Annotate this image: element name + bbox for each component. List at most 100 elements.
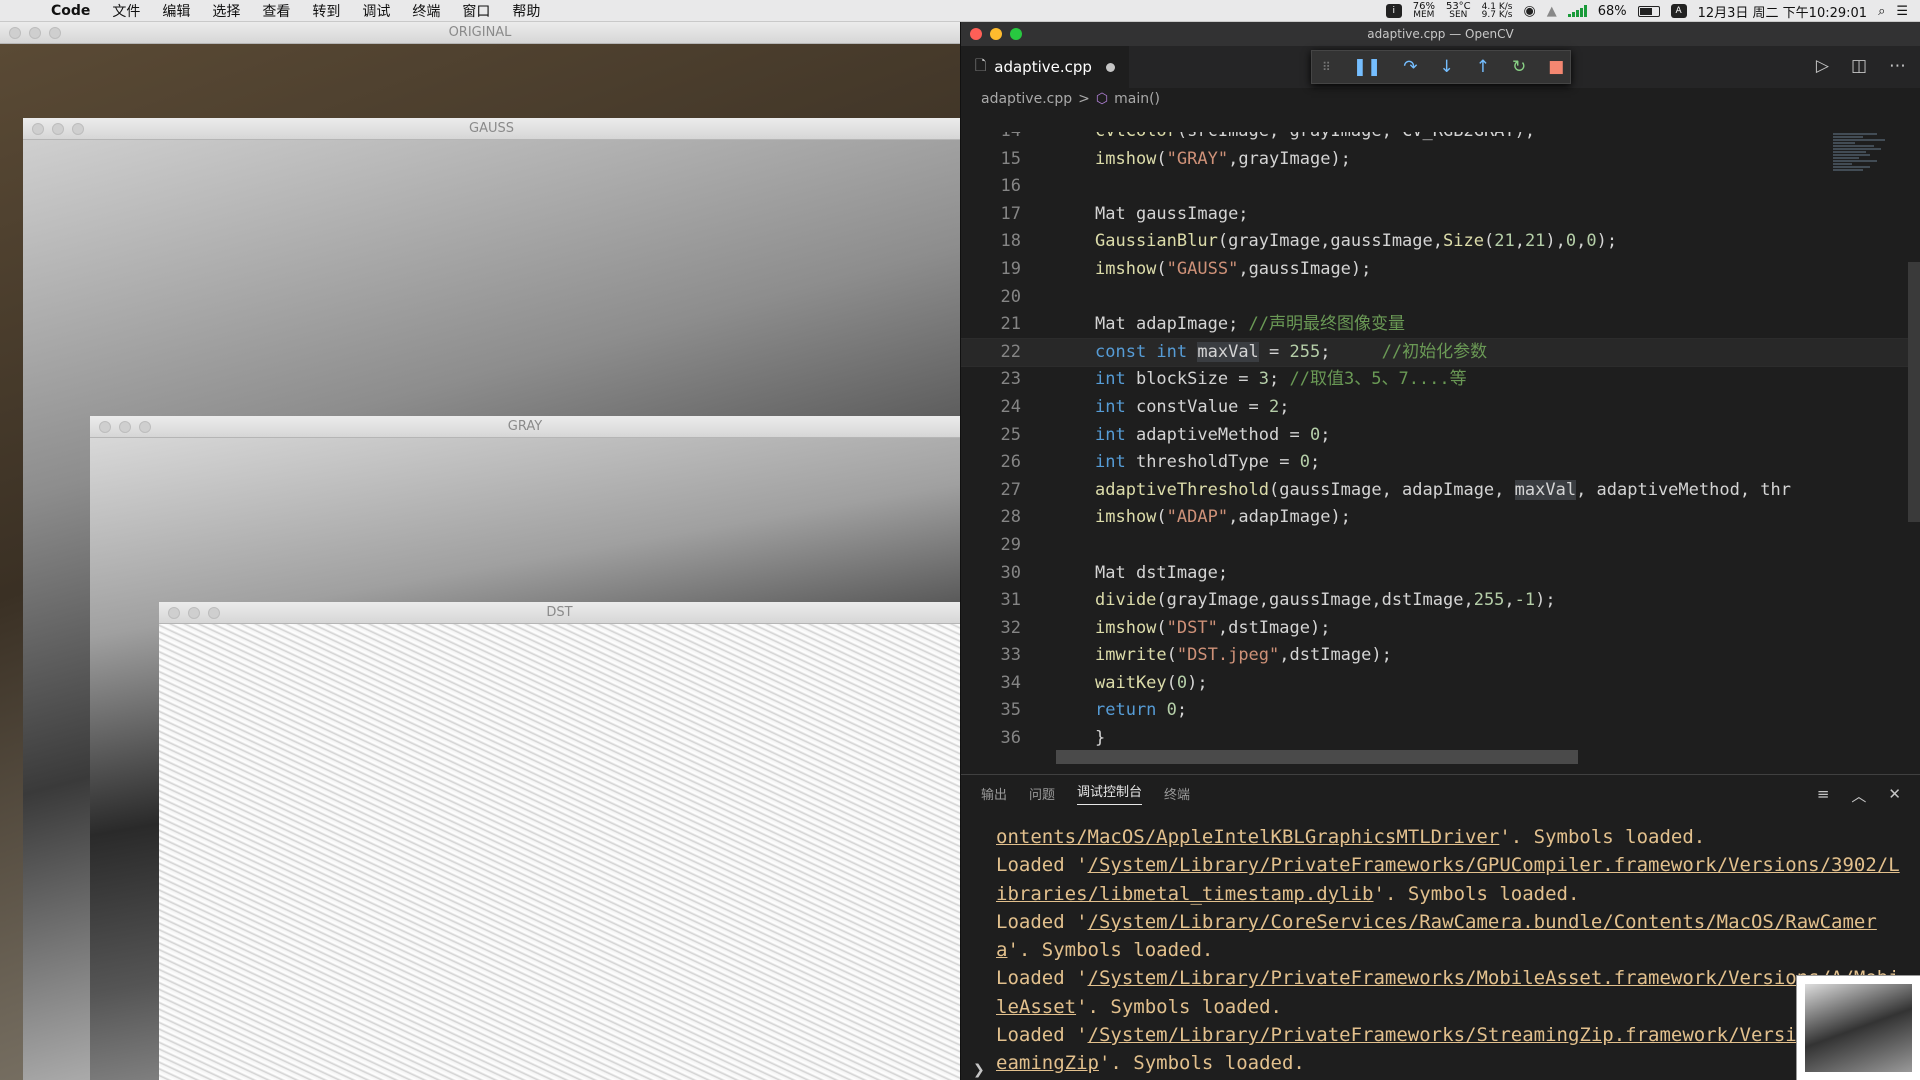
line-number[interactable]: 35 [961, 697, 1021, 725]
code-line[interactable]: 25 int adaptiveMethod = 0; [961, 422, 1920, 450]
code-line[interactable]: 29 [961, 532, 1920, 560]
code-line[interactable]: 18 GaussianBlur(grayImage,gaussImage,Size… [961, 228, 1920, 256]
tab-adaptive-cpp[interactable]: 🗋 adaptive.cpp [961, 46, 1129, 88]
horizontal-scrollbar[interactable] [1056, 750, 1578, 764]
more-actions-icon[interactable]: ⋯ [1889, 56, 1906, 76]
breadcrumb-function[interactable]: main() [1114, 91, 1160, 107]
window-titlebar[interactable]: GRAY [90, 416, 960, 438]
ghost-icon[interactable]: ▲ [1547, 4, 1557, 19]
line-number[interactable]: 28 [961, 504, 1021, 532]
stop-icon[interactable]: ■ [1548, 57, 1564, 77]
line-number[interactable]: 30 [961, 560, 1021, 588]
code-line[interactable]: 16 [961, 173, 1920, 201]
signal-icon[interactable] [1567, 5, 1587, 17]
line-number[interactable]: 31 [961, 587, 1021, 615]
console-prompt[interactable]: ❯ [973, 1062, 985, 1078]
line-number[interactable]: 18 [961, 228, 1021, 256]
line-number[interactable]: 17 [961, 201, 1021, 229]
menu-item-file[interactable]: 文件 [101, 1, 151, 21]
debug-console-output[interactable]: ontents/MacOS/AppleIntelKBLGraphicsMTLDr… [996, 823, 1906, 1078]
unsaved-dot-icon[interactable] [1105, 62, 1115, 72]
close-panel-icon[interactable]: ✕ [1888, 785, 1901, 806]
line-number[interactable]: 32 [961, 615, 1021, 643]
menu-item-view[interactable]: 查看 [251, 1, 301, 21]
menu-item-code[interactable]: Code [40, 3, 101, 19]
menu-item-debug[interactable]: 调试 [351, 1, 401, 21]
wechat-icon[interactable]: ◉ [1523, 3, 1535, 19]
code-line[interactable]: 19 imshow("GAUSS",gaussImage); [961, 256, 1920, 284]
line-number[interactable]: 33 [961, 642, 1021, 670]
menu-item-terminal[interactable]: 终端 [401, 1, 451, 21]
run-icon[interactable]: ▷ [1816, 56, 1829, 76]
code-line[interactable]: 24 int constValue = 2; [961, 394, 1920, 422]
menu-item-selection[interactable]: 选择 [201, 1, 251, 21]
window-titlebar[interactable]: DST [159, 602, 960, 624]
code-line[interactable]: 14 cvtColor(srcImage, grayImage, CV_RGB2G… [961, 132, 1920, 146]
drag-handle-icon[interactable]: ⠿ [1322, 60, 1331, 74]
line-number[interactable]: 27 [961, 477, 1021, 505]
vertical-scrollbar[interactable] [1908, 262, 1920, 522]
clock[interactable]: 12月3日 周二 下午10:29:01 [1698, 2, 1867, 21]
code-line[interactable]: 30 Mat dstImage; [961, 560, 1920, 588]
line-number[interactable]: 25 [961, 422, 1021, 450]
code-editor[interactable]: 14 cvtColor(srcImage, grayImage, CV_RGB2G… [961, 132, 1920, 774]
code-line[interactable]: 35 return 0; [961, 697, 1920, 725]
window-titlebar[interactable]: ORIGINAL [0, 22, 960, 44]
line-number[interactable]: 16 [961, 173, 1021, 201]
step-over-icon[interactable]: ↷ [1403, 57, 1417, 77]
maximize-panel-icon[interactable]: ︿ [1851, 785, 1866, 806]
restart-icon[interactable]: ↻ [1512, 57, 1526, 77]
pause-icon[interactable]: ❚❚ [1353, 57, 1382, 77]
image-preview-thumbnail[interactable] [1796, 975, 1920, 1080]
code-line[interactable]: 34 waitKey(0); [961, 670, 1920, 698]
console-path-link[interactable]: ontents/MacOS/AppleIntelKBLGraphicsMTLDr… [996, 826, 1499, 848]
notification-center-icon[interactable]: ☰ [1896, 4, 1908, 19]
spotlight-icon[interactable]: ⌕ [1878, 4, 1885, 19]
code-line[interactable]: 31 divide(grayImage,gaussImage,dstImage,2… [961, 587, 1920, 615]
tab-terminal[interactable]: 终端 [1164, 784, 1190, 803]
line-number[interactable]: 29 [961, 532, 1021, 560]
code-line[interactable]: 32 imshow("DST",dstImage); [961, 615, 1920, 643]
line-number[interactable]: 34 [961, 670, 1021, 698]
step-into-icon[interactable]: ↓ [1440, 57, 1454, 77]
minimap[interactable] [1833, 132, 1907, 212]
split-editor-icon[interactable]: ◫ [1851, 56, 1867, 76]
menu-item-go[interactable]: 转到 [301, 1, 351, 21]
line-number[interactable]: 26 [961, 449, 1021, 477]
tab-output[interactable]: 输出 [981, 784, 1007, 803]
code-line[interactable]: 36} [961, 725, 1920, 753]
line-number[interactable]: 21 [961, 311, 1021, 339]
vscode-titlebar[interactable]: adaptive.cpp — OpenCV [961, 22, 1920, 46]
battery-percent[interactable]: 68% [1598, 4, 1627, 19]
code-line[interactable]: 28 imshow("ADAP",adapImage); [961, 504, 1920, 532]
menu-item-window[interactable]: 窗口 [451, 1, 501, 21]
code-line[interactable]: 26 int thresholdType = 0; [961, 449, 1920, 477]
input-method-icon[interactable]: A [1670, 4, 1687, 18]
line-number[interactable]: 22 [961, 339, 1021, 367]
step-out-icon[interactable]: ↑ [1476, 57, 1490, 77]
line-number[interactable]: 14 [961, 132, 1021, 146]
mem-stat[interactable]: 76% MEM [1413, 2, 1435, 20]
sensor-stat[interactable]: 53°C SEN [1446, 2, 1471, 20]
clear-console-icon[interactable]: ≡ [1817, 785, 1830, 806]
tab-problems[interactable]: 问题 [1029, 784, 1055, 803]
code-line[interactable]: 20 [961, 284, 1920, 312]
battery-icon[interactable] [1637, 5, 1660, 17]
code-line[interactable]: 22 const int maxVal = 255; //初始化参数 [961, 337, 1920, 368]
line-number[interactable]: 20 [961, 284, 1021, 312]
breadcrumb-file[interactable]: adaptive.cpp [981, 91, 1072, 107]
line-number[interactable]: 24 [961, 394, 1021, 422]
code-line[interactable]: 33 imwrite("DST.jpeg",dstImage); [961, 642, 1920, 670]
code-line[interactable]: 17 Mat gaussImage; [961, 201, 1920, 229]
istat-icon[interactable]: i [1385, 4, 1402, 18]
window-titlebar[interactable]: GAUSS [23, 118, 960, 140]
line-number[interactable]: 19 [961, 256, 1021, 284]
network-stat[interactable]: 4.1 K/s 9.7 K/s [1482, 3, 1513, 20]
menu-item-edit[interactable]: 编辑 [151, 1, 201, 21]
line-number[interactable]: 23 [961, 366, 1021, 394]
tab-debug-console[interactable]: 调试控制台 [1077, 781, 1143, 805]
code-line[interactable]: 27 adaptiveThreshold(gaussImage, adapImag… [961, 477, 1920, 505]
menu-item-help[interactable]: 帮助 [501, 1, 551, 21]
code-line[interactable]: 15 imshow("GRAY",grayImage); [961, 146, 1920, 174]
code-line[interactable]: 23 int blockSize = 3; //取值3、5、7....等 [961, 366, 1920, 394]
